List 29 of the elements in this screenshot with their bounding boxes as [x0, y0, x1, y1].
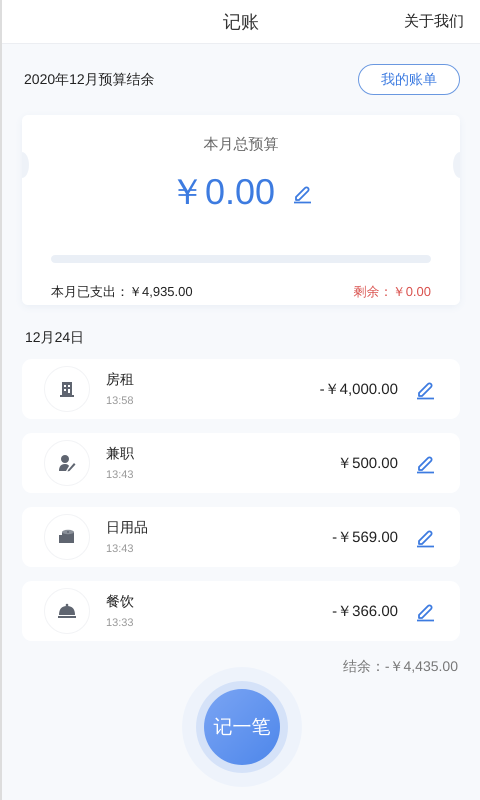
- entry-category: 房租: [106, 371, 135, 389]
- entry-amount: ￥500.00: [337, 454, 398, 472]
- entry-category: 餐饮: [106, 593, 135, 611]
- entry-time: 13:33: [106, 617, 135, 629]
- entry-card[interactable]: 兼职 13:43 ￥500.00: [22, 433, 460, 493]
- budget-amount: ￥0.00: [168, 170, 276, 214]
- date-heading: 12月24日: [25, 329, 86, 347]
- page-title: 记账: [223, 10, 259, 34]
- spent-amount: 本月已支出：￥4,935.00: [51, 283, 193, 301]
- entry-amount: -￥569.00: [332, 528, 398, 546]
- building-icon: [57, 379, 77, 399]
- entry-amount: -￥366.00: [332, 602, 398, 620]
- entry-category: 兼职: [106, 445, 135, 463]
- balance-total: 结余：-￥4,435.00: [342, 658, 458, 676]
- my-bills-button[interactable]: 我的账单: [358, 64, 460, 95]
- entry-card[interactable]: 日用品 13:43 -￥569.00: [22, 507, 460, 567]
- person-with-pen-icon: [57, 453, 77, 473]
- entry-time: 13:43: [106, 469, 135, 481]
- budget-period-label: 2020年12月预算结余: [24, 70, 155, 88]
- entry-card[interactable]: 房租 13:58 -￥4,000.00: [22, 359, 460, 419]
- budget-label: 本月总预算: [204, 135, 278, 154]
- entry-amount: -￥4,000.00: [320, 380, 398, 398]
- entry-card[interactable]: 餐饮 13:33 -￥366.00: [22, 581, 460, 641]
- about-link[interactable]: 关于我们: [404, 12, 464, 31]
- food-cloche-icon: [57, 601, 77, 621]
- entry-time: 13:43: [106, 543, 135, 555]
- entry-category: 日用品: [106, 519, 149, 537]
- entry-time: 13:58: [106, 395, 135, 407]
- remaining-amount: 剩余：￥0.00: [354, 283, 431, 301]
